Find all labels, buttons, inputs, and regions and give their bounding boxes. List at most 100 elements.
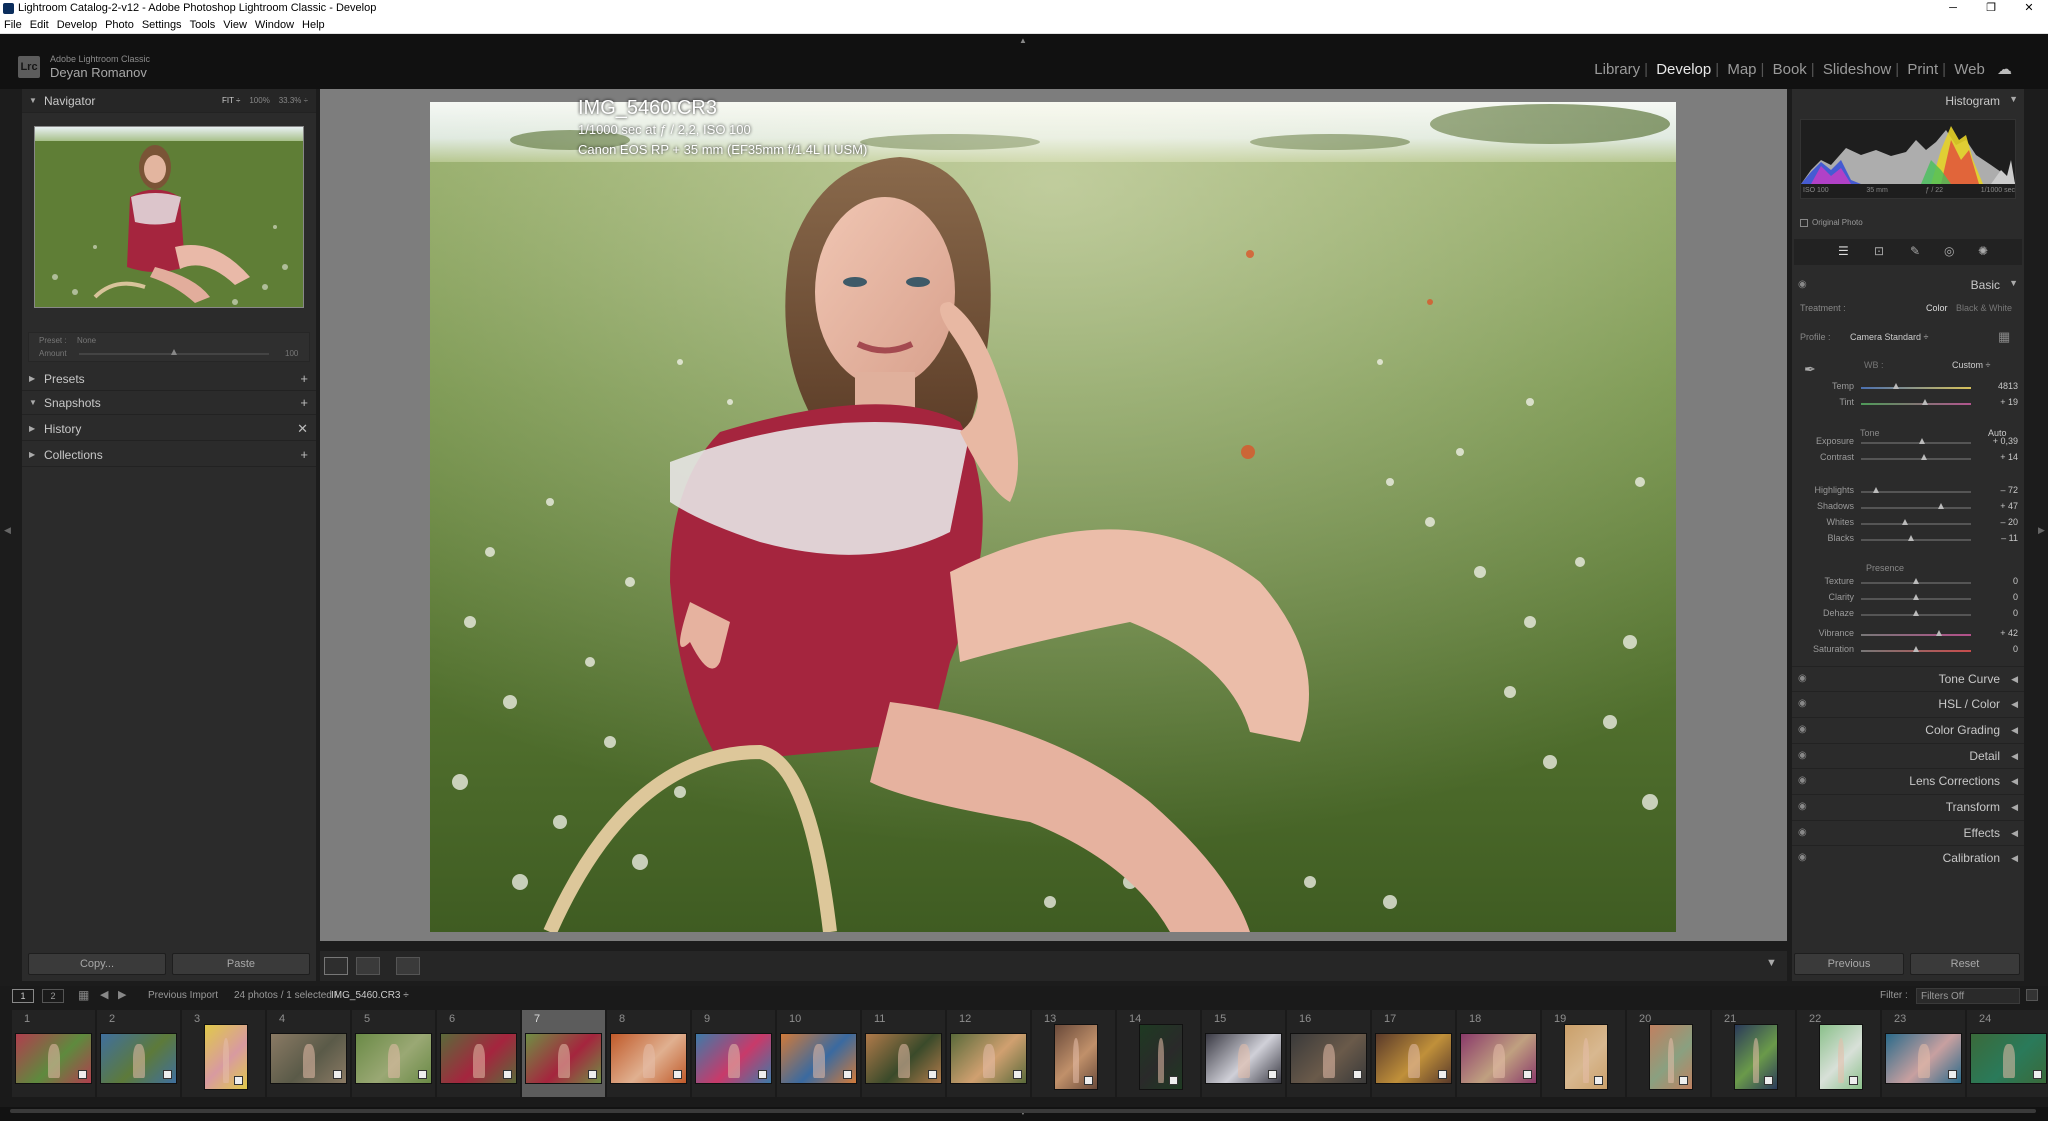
copy-button[interactable]: Copy... (28, 953, 166, 975)
thumbnail-image[interactable] (1460, 1033, 1537, 1084)
filmstrip-thumbnail[interactable]: 20 (1627, 1010, 1710, 1097)
panel-detail[interactable]: ◉ Detail ◀ (1792, 743, 2024, 767)
menu-tools[interactable]: Tools (186, 17, 220, 31)
window-1-button[interactable]: 1 (12, 989, 34, 1003)
slider-track[interactable] (1861, 535, 1971, 541)
thumbnail-image[interactable] (1970, 1033, 2047, 1084)
before-after-compare-icon[interactable] (396, 957, 420, 975)
thumbnail-image[interactable] (695, 1033, 772, 1084)
zoom-fit[interactable]: FIT ÷ (222, 96, 240, 105)
slider-knob[interactable] (1938, 503, 1945, 509)
thumbnail-image[interactable] (1375, 1033, 1452, 1084)
thumbnail-image[interactable] (780, 1033, 857, 1084)
menu-window[interactable]: Window (251, 17, 298, 31)
healing-icon[interactable]: ✎ (1910, 244, 1920, 258)
filmstrip-thumbnail[interactable]: 1 (12, 1010, 95, 1097)
filmstrip-thumbnail[interactable]: 9 (692, 1010, 775, 1097)
treatment-bw[interactable]: Black & White (1956, 303, 2012, 313)
left-panel-toggle-icon[interactable]: ◀ (4, 525, 11, 536)
basic-collapse-icon[interactable]: ▼ (2009, 278, 2018, 288)
module-slideshow[interactable]: Slideshow (1819, 61, 1895, 78)
filmstrip-thumbnail[interactable]: 13 (1032, 1010, 1115, 1097)
slider-value[interactable]: 4813 (1978, 381, 2018, 391)
collapse-top-panel-icon[interactable]: ▲ (1019, 36, 1027, 45)
filmstrip-thumbnail[interactable]: 4 (267, 1010, 350, 1097)
filmstrip-thumbnail[interactable]: 12 (947, 1010, 1030, 1097)
filmstrip-source[interactable]: Previous Import (148, 990, 218, 1001)
filmstrip-scrollbar[interactable] (10, 1109, 2036, 1113)
basic-eye-icon[interactable]: ◉ (1798, 279, 1807, 290)
slider-track[interactable] (1861, 630, 1971, 636)
zoom-100[interactable]: 100% (249, 96, 269, 105)
thumbnail-image[interactable] (950, 1033, 1027, 1084)
red-eye-icon[interactable]: ◎ (1944, 244, 1954, 258)
masking-icon[interactable]: ✺ (1978, 244, 1988, 258)
slider-value[interactable]: + 19 (1978, 397, 2018, 407)
original-photo-checkbox[interactable] (1800, 219, 1808, 227)
slider-value[interactable]: – 20 (1978, 517, 2018, 527)
slider-track[interactable] (1861, 503, 1971, 509)
filmstrip-thumbnail[interactable]: 3 (182, 1010, 265, 1097)
slider-track[interactable] (1861, 578, 1971, 584)
slider-knob[interactable] (1873, 487, 1880, 493)
thumbnail-image[interactable] (865, 1033, 942, 1084)
amount-knob[interactable] (171, 349, 177, 355)
slider-value[interactable]: + 47 (1978, 501, 2018, 511)
thumbnail-image[interactable] (440, 1033, 517, 1084)
thumbnail-image[interactable] (1734, 1024, 1778, 1090)
treatment-color[interactable]: Color (1926, 303, 1948, 313)
histogram-collapse-icon[interactable]: ▼ (2009, 94, 2018, 104)
menu-view[interactable]: View (219, 17, 251, 31)
panel-effects[interactable]: ◉ Effects ◀ (1792, 820, 2024, 844)
filmstrip-thumbnail[interactable]: 17 (1372, 1010, 1455, 1097)
slider-knob[interactable] (1907, 535, 1914, 541)
menu-settings[interactable]: Settings (138, 17, 186, 31)
grid-view-icon[interactable]: ▦ (78, 988, 89, 1002)
panel-transform[interactable]: ◉ Transform ◀ (1792, 794, 2024, 818)
slider-value[interactable]: 0 (1978, 644, 2018, 654)
slider-value[interactable]: 0 (1978, 576, 2018, 586)
slider-value[interactable]: – 11 (1978, 533, 2018, 543)
edit-sliders-icon[interactable]: ☰ (1838, 244, 1849, 258)
window-2-button[interactable]: 2 (42, 989, 64, 1003)
slider-track[interactable] (1861, 399, 1971, 405)
slider-knob[interactable] (1913, 646, 1919, 652)
filmstrip-thumbnail[interactable]: 19 (1542, 1010, 1625, 1097)
filmstrip-thumbnail[interactable]: 14 (1117, 1010, 1200, 1097)
filmstrip-selected-file[interactable]: IMG_5460.CR3 ÷ (331, 990, 409, 1001)
cloud-icon[interactable]: ☁ (1993, 61, 2016, 78)
menu-develop[interactable]: Develop (53, 17, 101, 31)
filmstrip-thumbnail[interactable]: 21 (1712, 1010, 1795, 1097)
back-arrow-icon[interactable]: ◀ (100, 988, 108, 1001)
panel-tone-curve[interactable]: ◉ Tone Curve ◀ (1792, 666, 2024, 690)
panel-snapshots[interactable]: ▼ Snapshots + (22, 391, 316, 415)
filmstrip-thumbnail[interactable]: 10 (777, 1010, 860, 1097)
thumbnail-image[interactable] (204, 1024, 248, 1090)
crop-icon[interactable]: ⊡ (1874, 244, 1884, 258)
menu-help[interactable]: Help (298, 17, 329, 31)
right-panel-toggle-icon[interactable]: ▶ (2038, 525, 2045, 536)
filter-lock-icon[interactable] (2026, 989, 2038, 1001)
filmstrip-thumbnail[interactable]: 22 (1797, 1010, 1880, 1097)
slider-knob[interactable] (1921, 399, 1928, 405)
thumbnail-image[interactable] (1290, 1033, 1367, 1084)
slider-knob[interactable] (1913, 610, 1919, 616)
slider-knob[interactable] (1893, 383, 1900, 389)
thumbnail-image[interactable] (1139, 1024, 1183, 1090)
module-map[interactable]: Map (1723, 61, 1760, 78)
wb-eyedropper-icon[interactable]: ✒ (1804, 361, 1816, 378)
filmstrip-thumbnail[interactable]: 18 (1457, 1010, 1540, 1097)
thumbnail-image[interactable] (355, 1033, 432, 1084)
paste-button[interactable]: Paste (172, 953, 310, 975)
slider-knob[interactable] (1913, 594, 1919, 600)
slider-knob[interactable] (1936, 630, 1943, 636)
histogram[interactable]: ISO 100 35 mm ƒ / 22 1/1000 sec (1800, 119, 2016, 199)
wb-select[interactable]: Custom ÷ (1952, 360, 1990, 370)
navigator-preview[interactable] (34, 126, 304, 308)
slider-value[interactable]: – 72 (1978, 485, 2018, 495)
filmstrip-thumbnail[interactable]: 11 (862, 1010, 945, 1097)
menu-edit[interactable]: Edit (26, 17, 53, 31)
slider-value[interactable]: + 14 (1978, 452, 2018, 462)
add-preset-icon[interactable]: + (300, 367, 308, 391)
filmstrip-thumbnail[interactable]: 15 (1202, 1010, 1285, 1097)
